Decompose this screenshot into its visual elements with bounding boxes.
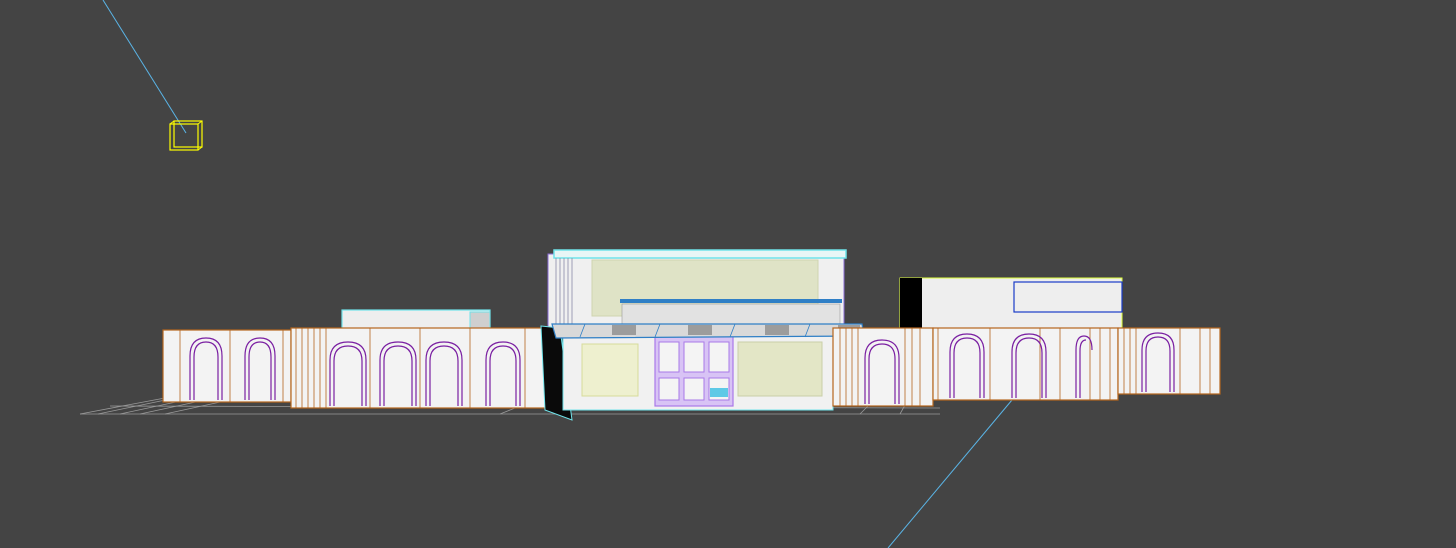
3d-viewport[interactable] bbox=[0, 0, 1456, 548]
entrance-doors[interactable] bbox=[654, 335, 734, 407]
camera-line-top bbox=[102, 0, 187, 134]
left-roof-box[interactable] bbox=[341, 309, 491, 331]
central-storefront[interactable] bbox=[562, 331, 834, 411]
right-wing-wall[interactable] bbox=[832, 327, 1221, 407]
camera-target-box-icon[interactable] bbox=[169, 120, 203, 151]
canopy[interactable] bbox=[551, 323, 865, 339]
left-wing-wall[interactable] bbox=[162, 327, 548, 409]
right-rear-block[interactable] bbox=[899, 277, 1123, 329]
camera-line-bottom bbox=[887, 399, 1013, 548]
central-upper-block[interactable] bbox=[547, 249, 847, 331]
scene-canvas[interactable] bbox=[0, 0, 1456, 548]
